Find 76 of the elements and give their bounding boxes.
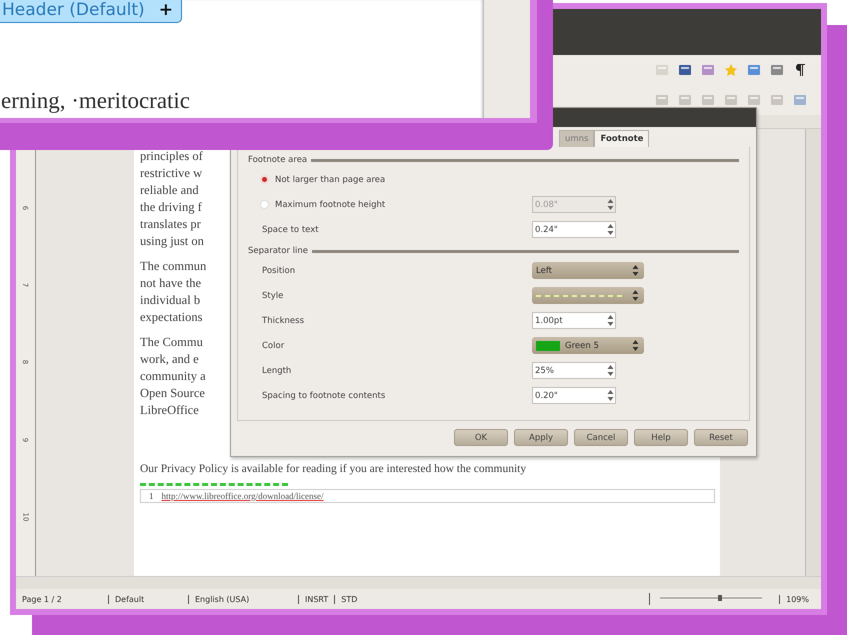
slider-thumb[interactable] bbox=[718, 595, 722, 601]
align-icon[interactable] bbox=[678, 93, 692, 107]
scrollbar[interactable] bbox=[16, 576, 821, 589]
text-line: The Commu bbox=[140, 334, 203, 351]
radio-button[interactable] bbox=[260, 175, 269, 184]
spin-field[interactable]: 0.20" bbox=[532, 387, 616, 404]
field-label: Maximum footnote height bbox=[275, 200, 386, 210]
spinner-arrows-icon[interactable] bbox=[606, 313, 615, 328]
header-button[interactable]: Header (Default) + bbox=[0, 0, 182, 23]
field-label: Color bbox=[262, 340, 284, 350]
dialog-button[interactable]: OK bbox=[454, 429, 508, 446]
section-title: Footnote area bbox=[248, 155, 308, 165]
dialog-button[interactable]: Reset bbox=[694, 429, 748, 446]
language: English (USA) bbox=[188, 594, 298, 604]
text-line: translates pr bbox=[140, 216, 201, 233]
text-line: the driving f bbox=[140, 199, 202, 216]
spin-field[interactable]: 25% bbox=[532, 362, 616, 379]
align-icon[interactable] bbox=[701, 93, 715, 107]
dropdown-arrows-icon bbox=[631, 263, 640, 278]
color-dropdown[interactable]: Green 5 bbox=[532, 337, 644, 354]
footnote-link[interactable]: http://www.libreoffice.org/download/license/ bbox=[162, 491, 324, 501]
line-style-dropdown[interactable] bbox=[532, 287, 644, 304]
spinner-arrows-icon[interactable] bbox=[606, 388, 615, 403]
dropdown-arrows-icon bbox=[631, 338, 640, 353]
spin-field[interactable]: 1.00pt bbox=[532, 312, 616, 329]
section-title: Separator line bbox=[248, 246, 308, 256]
field-label: Not larger than page area bbox=[275, 174, 386, 184]
text-line: The commun bbox=[140, 258, 206, 275]
selection-mode[interactable]: STD bbox=[334, 594, 364, 604]
page-style: Default bbox=[108, 594, 188, 604]
field-label: Space to text bbox=[262, 224, 319, 234]
frame-icon[interactable] bbox=[770, 63, 784, 77]
dialog-button[interactable]: Apply bbox=[514, 429, 568, 446]
spin-field[interactable]: 0.24" bbox=[532, 221, 616, 238]
pilcrow-icon[interactable] bbox=[793, 63, 807, 77]
text-line: expectations bbox=[140, 309, 202, 326]
star-icon[interactable] bbox=[724, 63, 738, 77]
text-line: LibreOffice bbox=[140, 402, 199, 419]
field-label: Style bbox=[262, 290, 284, 300]
field-label: Length bbox=[262, 366, 292, 376]
field-label: Position bbox=[262, 266, 296, 276]
spinner-arrows-icon[interactable] bbox=[606, 363, 615, 378]
align-icon[interactable] bbox=[724, 93, 738, 107]
text-line: not have the bbox=[140, 275, 202, 292]
align-icon[interactable] bbox=[655, 93, 669, 107]
zoom-level: 109% bbox=[779, 594, 815, 604]
align-icon[interactable] bbox=[747, 93, 761, 107]
text-line: Open Source bbox=[140, 385, 205, 402]
footnote-number: 1 bbox=[149, 491, 154, 501]
text-line: principles of bbox=[140, 148, 203, 165]
align-icon[interactable] bbox=[770, 93, 784, 107]
dialog-button[interactable]: Help bbox=[634, 429, 688, 446]
text-line: individual b bbox=[140, 292, 200, 309]
page-icon[interactable] bbox=[655, 63, 669, 77]
image-icon[interactable] bbox=[701, 63, 715, 77]
field-label: Thickness bbox=[262, 316, 304, 326]
text-line: erning, ·meritocratic bbox=[1, 88, 190, 114]
dropdown-arrows-icon bbox=[631, 288, 640, 303]
text-line: reliable and bbox=[140, 182, 199, 199]
insert-mode[interactable]: INSRT bbox=[298, 594, 334, 604]
text-line: using just on bbox=[140, 233, 204, 250]
scrollbar[interactable] bbox=[805, 129, 821, 576]
table-icon[interactable] bbox=[747, 63, 761, 77]
text-line: Our Privacy Policy is available for reading if you are interested how the community bbox=[140, 463, 526, 475]
text-line: restrictive w bbox=[140, 165, 202, 182]
text-line: work, and e bbox=[140, 351, 199, 368]
dialog-button[interactable]: Cancel bbox=[574, 429, 628, 446]
tab[interactable]: Footnote bbox=[594, 130, 650, 147]
page-count: Page 1 / 2 bbox=[22, 594, 63, 604]
frame-icon[interactable] bbox=[793, 93, 807, 107]
plus-icon: + bbox=[158, 0, 173, 20]
text-line: community a bbox=[140, 368, 206, 385]
field-label: Spacing to footnote contents bbox=[262, 390, 386, 400]
spinner-arrows-icon[interactable] bbox=[606, 222, 615, 237]
dropdown[interactable]: Left bbox=[532, 262, 644, 279]
edit-icon[interactable] bbox=[678, 63, 692, 77]
